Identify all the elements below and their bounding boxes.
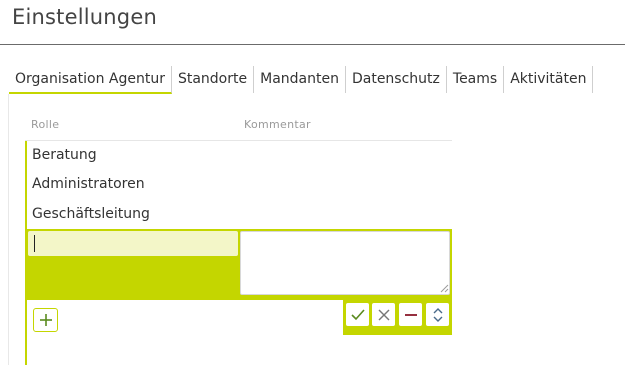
tab-teams[interactable]: Teams bbox=[447, 66, 505, 93]
rolle-input[interactable] bbox=[28, 231, 238, 256]
content-panel-border bbox=[8, 94, 9, 365]
tab-organisation-agentur[interactable]: Organisation Agentur bbox=[9, 66, 172, 94]
check-icon bbox=[350, 308, 365, 320]
close-icon bbox=[378, 309, 389, 320]
resize-grip-icon[interactable] bbox=[440, 284, 449, 293]
tab-aktivitaeten[interactable]: Aktivitäten bbox=[504, 66, 594, 93]
minus-icon bbox=[404, 313, 417, 316]
kommentar-textarea[interactable] bbox=[240, 231, 450, 295]
plus-icon bbox=[39, 314, 52, 326]
tab-bar: Organisation Agentur Standorte Mandanten… bbox=[9, 66, 594, 94]
chevron-up-down-icon bbox=[433, 307, 442, 322]
delete-button[interactable] bbox=[399, 303, 422, 326]
tab-mandanten[interactable]: Mandanten bbox=[254, 66, 346, 93]
table-row[interactable]: Geschäftsleitung bbox=[32, 206, 150, 222]
text-caret bbox=[34, 235, 35, 252]
settings-page: Einstellungen Organisation Agentur Stand… bbox=[0, 0, 625, 365]
table-header-divider bbox=[25, 140, 452, 141]
table-row[interactable]: Beratung bbox=[32, 147, 97, 163]
table-row[interactable]: Administratoren bbox=[32, 176, 145, 192]
cancel-button[interactable] bbox=[372, 303, 395, 326]
tab-datenschutz[interactable]: Datenschutz bbox=[346, 66, 447, 93]
tab-standorte[interactable]: Standorte bbox=[172, 66, 255, 93]
reorder-button[interactable] bbox=[426, 303, 449, 326]
add-row-button[interactable] bbox=[33, 308, 58, 332]
page-title: Einstellungen bbox=[12, 5, 157, 29]
column-header-rolle: Rolle bbox=[31, 118, 60, 131]
confirm-button[interactable] bbox=[346, 303, 369, 326]
title-divider bbox=[0, 44, 625, 45]
column-header-kommentar: Kommentar bbox=[244, 118, 311, 131]
